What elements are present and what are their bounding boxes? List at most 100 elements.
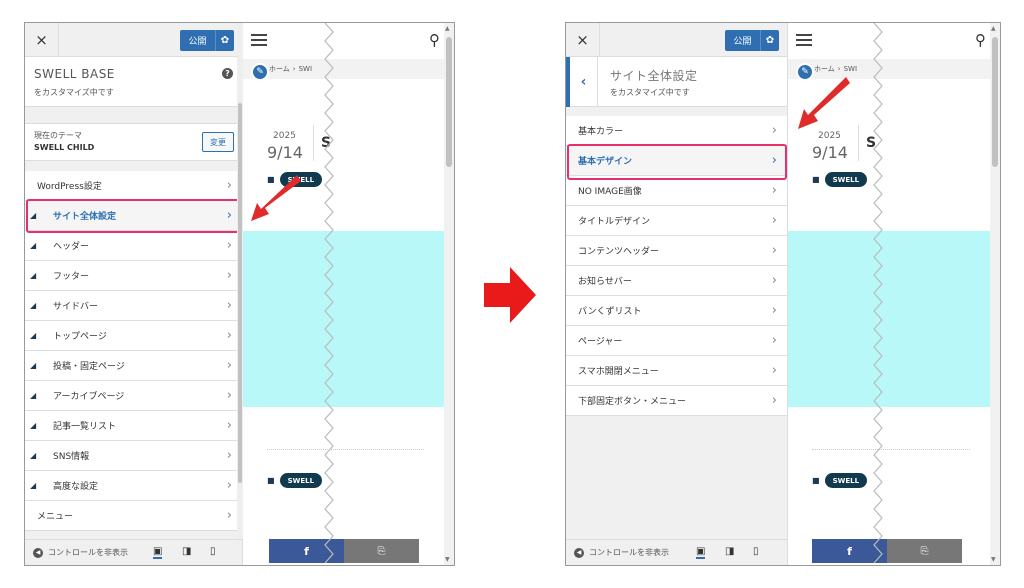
section-item[interactable]: パンくずリスト › — [566, 296, 787, 326]
scroll-up-icon[interactable]: ▲ — [991, 25, 996, 32]
chevron-right-icon: › — [771, 393, 777, 408]
image-placeholder — [788, 231, 990, 407]
category-tag[interactable]: SWELL — [824, 172, 868, 187]
section-item[interactable]: ページャー › — [566, 326, 787, 356]
scroll-down-icon[interactable]: ▼ — [991, 556, 996, 563]
menu-item-label: トップページ — [53, 332, 107, 342]
scroll-thumb[interactable] — [238, 103, 242, 483]
help-icon[interactable]: ? — [222, 68, 233, 79]
hamburger-icon[interactable] — [796, 34, 812, 46]
menu-item[interactable]: メニュー › — [25, 501, 242, 531]
site-title: SWELL BASE — [34, 67, 115, 81]
tablet-icon[interactable]: ◨ — [725, 546, 734, 557]
preview-scrollbar[interactable]: ▲ ▼ — [444, 23, 454, 565]
hide-controls-button[interactable]: コントロールを非表示 — [589, 547, 669, 558]
desktop-icon[interactable]: ▣ — [696, 546, 706, 559]
share-bar: f ⎘ — [812, 539, 962, 563]
section-item[interactable]: お知らせバー › — [566, 266, 787, 296]
category-tag-2[interactable]: SWELL — [824, 473, 868, 488]
section-item[interactable]: タイトルデザイン › — [566, 206, 787, 236]
swell-leaf-icon: ◢ — [30, 241, 37, 250]
category-row: ■ SWELL — [812, 172, 868, 187]
preview-scrollbar[interactable]: ▲ ▼ — [990, 23, 1000, 565]
customizer-panel: × 公開 ✿ SWELL BASE をカスタマイズ中です ? 現在のテーマ SW… — [25, 23, 243, 565]
back-button[interactable]: ‹ — [566, 57, 598, 107]
section-item[interactable]: スマホ開閉メニュー › — [566, 356, 787, 386]
preview-header: ⚲ — [788, 23, 1000, 57]
customizer-topbar: × 公開 ✿ — [566, 23, 787, 57]
menu-item[interactable]: ◢ 投稿・固定ページ › — [25, 351, 242, 381]
edit-pencil-icon[interactable]: ✎ — [796, 63, 814, 81]
copy-icon[interactable]: ⎘ — [887, 539, 962, 563]
category-row: ■ SWELL — [267, 172, 323, 187]
breadcrumb-next[interactable]: SWI — [844, 65, 857, 73]
publish-label: 公開 — [725, 30, 761, 51]
menu-item[interactable]: ◢ SNS情報 › — [25, 441, 242, 471]
menu-item[interactable]: ◢ フッター › — [25, 261, 242, 291]
mobile-icon[interactable]: ▯ — [753, 546, 759, 557]
post-year: 2025 — [273, 131, 296, 141]
hide-controls-button[interactable]: コントロールを非表示 — [48, 547, 128, 558]
swell-leaf-icon: ◢ — [30, 451, 37, 460]
section-item[interactable]: 基本カラー › — [566, 116, 787, 146]
torn-edge — [873, 23, 883, 564]
breadcrumb-home[interactable]: ホーム — [814, 64, 835, 74]
menu-item-label: SNS情報 — [53, 452, 90, 462]
date-divider — [858, 125, 859, 161]
publish-button[interactable]: 公開 ✿ — [180, 30, 234, 51]
section-name: サイト全体設定 — [610, 69, 698, 83]
menu-item[interactable]: ◢ トップページ › — [25, 321, 242, 351]
change-theme-button[interactable]: 変更 — [202, 132, 234, 152]
theme-label: 現在のテーマ — [34, 131, 82, 140]
menu-item[interactable]: ◢ ヘッダー › — [25, 231, 242, 261]
section-item[interactable]: コンテンツヘッダー › — [566, 236, 787, 266]
section-item-label: スマホ開閉メニュー — [578, 367, 659, 377]
swell-leaf-icon: ◢ — [30, 361, 37, 370]
image-placeholder — [243, 231, 444, 407]
search-icon[interactable]: ⚲ — [429, 31, 440, 49]
category-tag-2[interactable]: SWELL — [279, 473, 323, 488]
swell-leaf-icon: ◢ — [30, 421, 37, 430]
customizing-text: をカスタマイズ中です — [610, 88, 690, 97]
gear-icon[interactable]: ✿ — [761, 35, 779, 46]
highlight-box — [26, 199, 243, 233]
scroll-up-icon[interactable]: ▲ — [445, 25, 450, 32]
swell-leaf-icon: ◢ — [30, 331, 37, 340]
gear-icon[interactable]: ✿ — [216, 35, 234, 46]
preview-scroll-thumb[interactable] — [992, 37, 998, 167]
section-item[interactable]: NO IMAGE画像 › — [566, 176, 787, 206]
breadcrumb-next[interactable]: SWI — [299, 65, 312, 73]
section-item-label: コンテンツヘッダー — [578, 247, 660, 257]
breadcrumb-home[interactable]: ホーム — [269, 64, 290, 74]
category-row-2: ■ SWELL — [812, 473, 868, 488]
next-step-arrow — [484, 267, 536, 323]
desktop-icon[interactable]: ▣ — [153, 546, 163, 559]
preview-scroll-thumb[interactable] — [446, 37, 452, 167]
menu-item[interactable]: ◢ アーカイブページ › — [25, 381, 242, 411]
customizer-footer: ◀ コントロールを非表示 ▣ ◨ ▯ — [25, 539, 242, 565]
publish-button[interactable]: 公開 ✿ — [725, 30, 779, 51]
copy-icon[interactable]: ⎘ — [344, 539, 419, 563]
torn-edge — [324, 23, 334, 564]
menu-item[interactable]: WordPress設定 › — [25, 171, 242, 201]
mobile-icon[interactable]: ▯ — [210, 546, 216, 557]
menu-item[interactable]: ◢ サイドバー › — [25, 291, 242, 321]
swell-leaf-icon: ◢ — [30, 301, 37, 310]
category-tag[interactable]: SWELL — [279, 172, 323, 187]
hamburger-icon[interactable] — [251, 34, 267, 46]
section-item-label: NO IMAGE画像 — [578, 187, 642, 197]
chevron-right-icon: › — [771, 123, 777, 138]
collapse-icon[interactable]: ◀ — [33, 547, 43, 558]
menu-item[interactable]: ◢ 記事一覧リスト › — [25, 411, 242, 441]
edit-pencil-icon[interactable]: ✎ — [251, 63, 269, 81]
menu-item[interactable]: ◢ 高度な設定 › — [25, 471, 242, 501]
site-preview: ⚲ ホーム › SWI ✎ 2025 9/14 S ■ SWELL ■ SWEL… — [788, 23, 1000, 565]
close-button[interactable]: × — [25, 23, 59, 57]
section-item[interactable]: 下部固定ボタン・メニュー › — [566, 386, 787, 416]
tablet-icon[interactable]: ◨ — [182, 546, 191, 557]
close-button[interactable]: × — [566, 23, 600, 57]
folder-icon: ■ — [267, 476, 275, 485]
scroll-down-icon[interactable]: ▼ — [445, 556, 450, 563]
collapse-icon[interactable]: ◀ — [574, 547, 584, 558]
search-icon[interactable]: ⚲ — [975, 31, 986, 49]
